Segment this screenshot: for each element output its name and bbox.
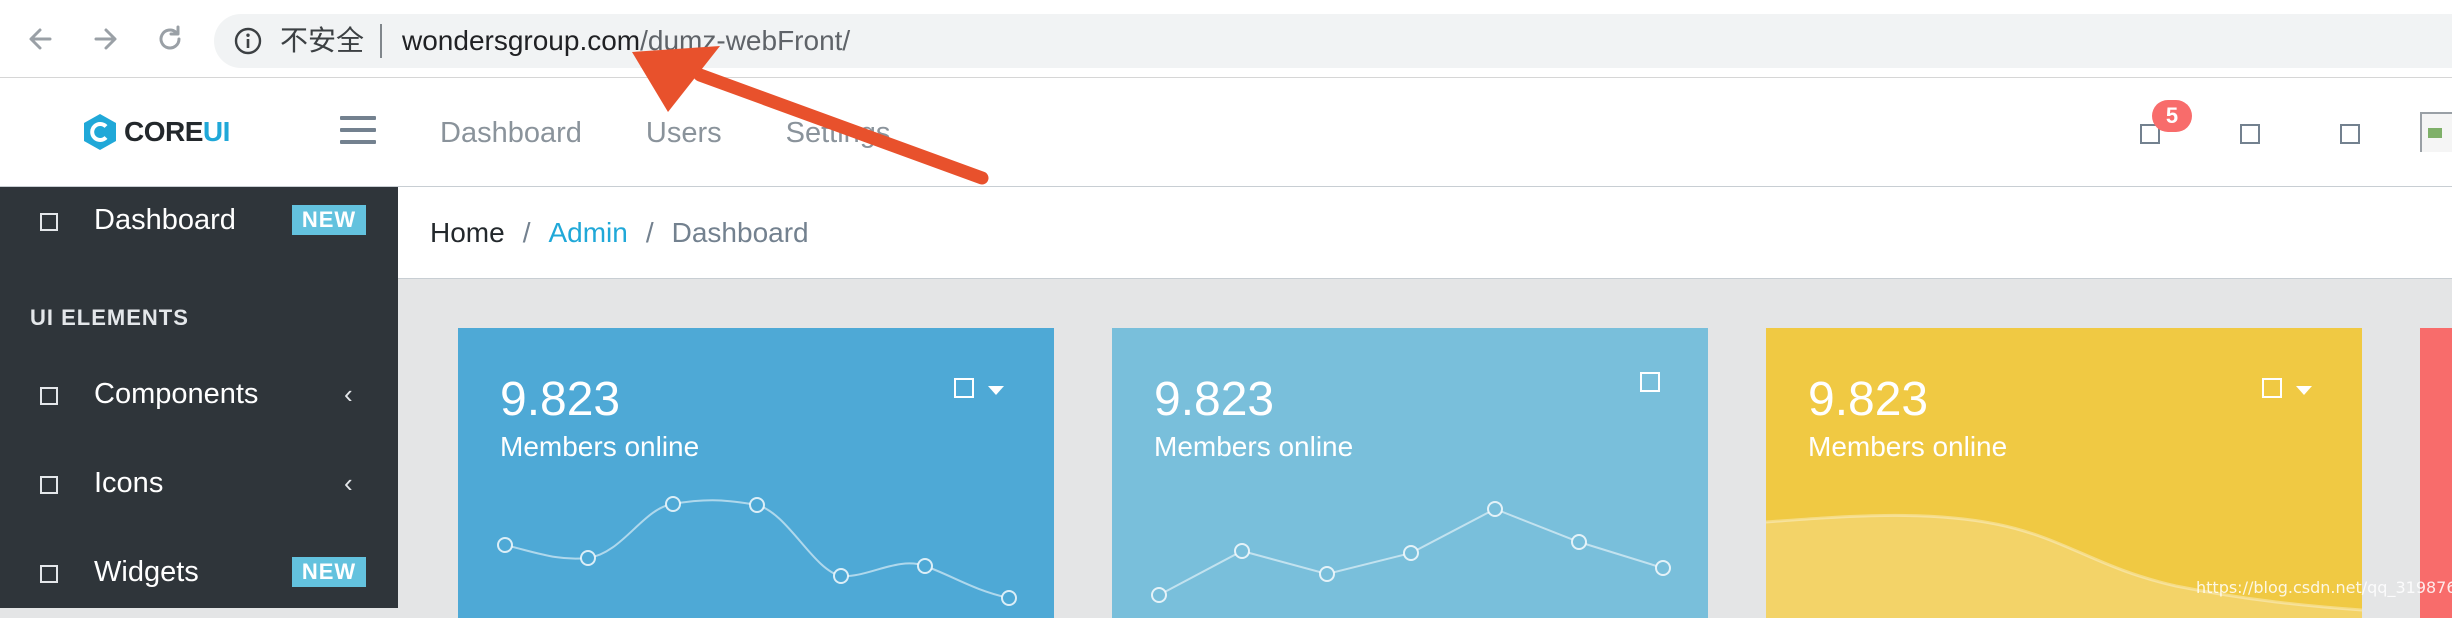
user-avatar[interactable]	[2420, 112, 2452, 152]
sidebar-item-label: Widgets	[94, 556, 199, 588]
header-nav: Dashboard Users Settings	[440, 116, 954, 150]
omnibox-divider	[380, 24, 382, 58]
stat-card: 9.823 Members online	[1766, 328, 2362, 618]
star-icon	[40, 476, 58, 494]
notification-badge: 5	[2152, 100, 2192, 132]
sidebar-item-components[interactable]: Components ‹	[0, 361, 398, 427]
list-icon[interactable]	[2240, 124, 2260, 144]
sidebar-item-label: Icons	[94, 467, 164, 499]
sidebar-section-title: UI ELEMENTS	[30, 305, 189, 330]
stat-card-partial	[2420, 328, 2452, 618]
breadcrumb: Home / Admin / Dashboard	[398, 187, 2452, 279]
url-path: /dumz-webFront/	[640, 25, 851, 56]
brand-name: COREUI	[124, 116, 230, 147]
url-host: wondersgroup.com	[402, 25, 641, 56]
calculator-icon	[40, 565, 58, 583]
browser-toolbar: 不安全 wondersgroup.com/dumz-webFront/	[0, 0, 2452, 78]
address-bar[interactable]: 不安全 wondersgroup.com/dumz-webFront/	[214, 14, 2452, 68]
location-icon[interactable]	[2340, 124, 2360, 144]
breadcrumb-home[interactable]: Home	[430, 216, 505, 250]
new-badge: NEW	[292, 205, 366, 235]
sidebar-item-label: Components	[94, 378, 259, 410]
back-icon[interactable]	[20, 17, 64, 61]
stat-card: 9.823 Members online	[458, 328, 1054, 618]
sidebar-item-widgets[interactable]: Widgets NEW	[0, 539, 398, 605]
sidebar-toggle-icon[interactable]	[340, 116, 376, 148]
forward-icon[interactable]	[84, 17, 128, 61]
caret-down-icon[interactable]	[988, 386, 1004, 395]
security-label: 不安全	[280, 25, 365, 56]
info-icon[interactable]	[234, 27, 262, 55]
new-badge: NEW	[292, 557, 366, 587]
breadcrumb-separator: /	[645, 217, 654, 248]
sidebar-item-label: Dashboard	[94, 204, 236, 236]
settings-icon[interactable]	[2262, 378, 2282, 398]
reload-icon[interactable]	[148, 17, 192, 61]
breadcrumb-separator: /	[522, 217, 531, 248]
card-label: Members online	[1154, 431, 1354, 462]
breadcrumb-admin[interactable]: Admin	[548, 216, 627, 250]
speedometer-icon	[40, 213, 58, 231]
card-value: 9.823	[500, 373, 621, 426]
card-value: 9.823	[1808, 373, 1929, 426]
app-header: COREUI Dashboard Users Settings 5	[0, 78, 2452, 187]
breadcrumb-current: Dashboard	[671, 217, 809, 248]
url-text[interactable]: wondersgroup.com/dumz-webFront/	[402, 24, 850, 58]
nav-settings[interactable]: Settings	[786, 116, 891, 150]
location-icon[interactable]	[1640, 372, 1660, 392]
caret-down-icon[interactable]	[2296, 386, 2312, 395]
chevron-left-icon: ‹	[344, 379, 353, 409]
puzzle-icon	[40, 387, 58, 405]
chevron-left-icon: ‹	[344, 468, 353, 498]
sidebar-item-dashboard[interactable]: Dashboard NEW	[0, 187, 398, 253]
card-label: Members online	[1808, 431, 2008, 462]
coreui-logo-icon	[84, 114, 116, 150]
stat-card: 9.823 Members online	[1112, 328, 1708, 618]
settings-icon[interactable]	[954, 378, 974, 398]
sidebar: Dashboard NEW UI ELEMENTS Components ‹ I…	[0, 187, 398, 608]
card-value: 9.823	[1154, 373, 1275, 426]
card-label: Members online	[500, 431, 700, 462]
sidebar-item-icons[interactable]: Icons ‹	[0, 450, 398, 516]
nav-users[interactable]: Users	[646, 116, 722, 150]
nav-dashboard[interactable]: Dashboard	[440, 116, 582, 150]
brand-logo[interactable]: COREUI	[82, 110, 230, 154]
watermark: https://blog.csdn.net/qq_31987649	[2196, 578, 2452, 597]
